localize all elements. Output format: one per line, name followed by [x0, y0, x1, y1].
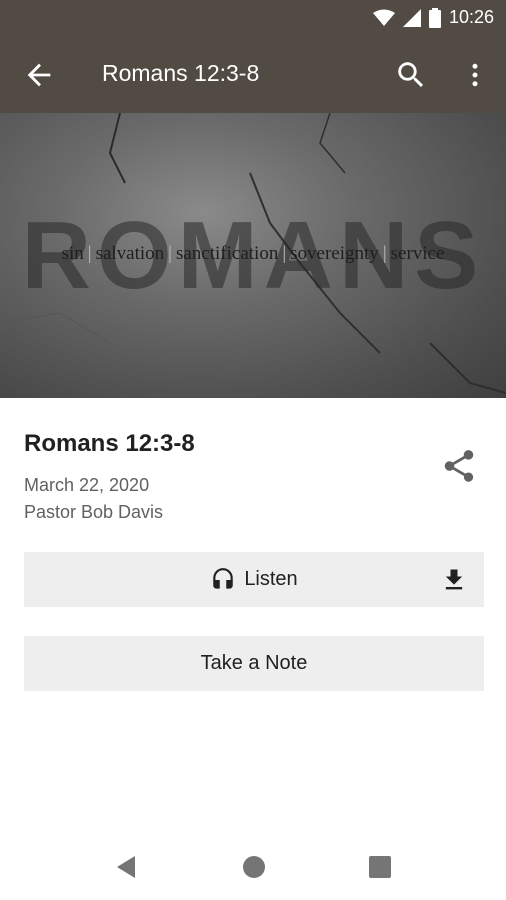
app-bar: Romans 12:3-8: [0, 36, 506, 113]
download-icon: [445, 569, 463, 590]
banner-tag: sanctification: [175, 243, 279, 264]
search-icon: [398, 62, 424, 88]
status-bar: 10:26: [0, 0, 506, 36]
banner-tag: sin: [61, 243, 84, 264]
more-options-button[interactable]: [460, 58, 490, 92]
back-arrow-icon: [27, 63, 51, 87]
series-banner-image: ROMANS sin | salvation | sanctification | sove…: [0, 113, 506, 398]
sermon-title: Romans 12:3-8: [24, 430, 195, 457]
headphones-icon: [213, 567, 234, 589]
nav-home-icon: [243, 856, 265, 878]
app-bar-title: Romans 12:3-8: [102, 60, 260, 86]
nav-back-button[interactable]: [113, 854, 139, 880]
listen-label: Listen: [244, 568, 298, 590]
take-a-note-label: Take a Note: [200, 652, 308, 674]
download-button[interactable]: [440, 566, 468, 594]
banner-separator: |: [282, 243, 287, 264]
banner-tag: service: [390, 243, 445, 264]
banner-tag: salvation: [95, 243, 165, 264]
battery-icon: [428, 7, 441, 28]
take-a-note-button[interactable]: Take a Note: [24, 636, 484, 691]
banner-tag: sovereignty: [290, 243, 379, 264]
nav-recents-button[interactable]: [369, 856, 391, 878]
sermon-speaker: Pastor Bob Davis: [24, 502, 164, 522]
banner-separator: |: [168, 243, 172, 264]
listen-content: Listen: [24, 552, 484, 607]
wifi-icon: [372, 9, 395, 26]
status-time: 10:26: [448, 7, 494, 27]
cell-signal-icon: [402, 8, 421, 27]
nav-back-icon: [117, 856, 135, 878]
banner-separator: |: [87, 243, 92, 264]
search-button[interactable]: [394, 58, 428, 92]
banner-separator: |: [382, 243, 387, 264]
share-button[interactable]: [440, 446, 478, 486]
listen-button[interactable]: Listen: [24, 552, 484, 607]
sermon-date: March 22, 2020: [24, 475, 150, 495]
nav-recents-icon: [369, 856, 391, 878]
nav-home-button[interactable]: [242, 855, 266, 879]
banner-tags: sin | salvation | sanctification | sovereignty…: [0, 243, 506, 265]
more-vert-icon: [472, 63, 478, 87]
share-icon: [444, 450, 474, 482]
system-nav-bar: [0, 826, 506, 900]
back-button[interactable]: [22, 58, 56, 92]
status-icons: 10:26: [372, 7, 494, 28]
